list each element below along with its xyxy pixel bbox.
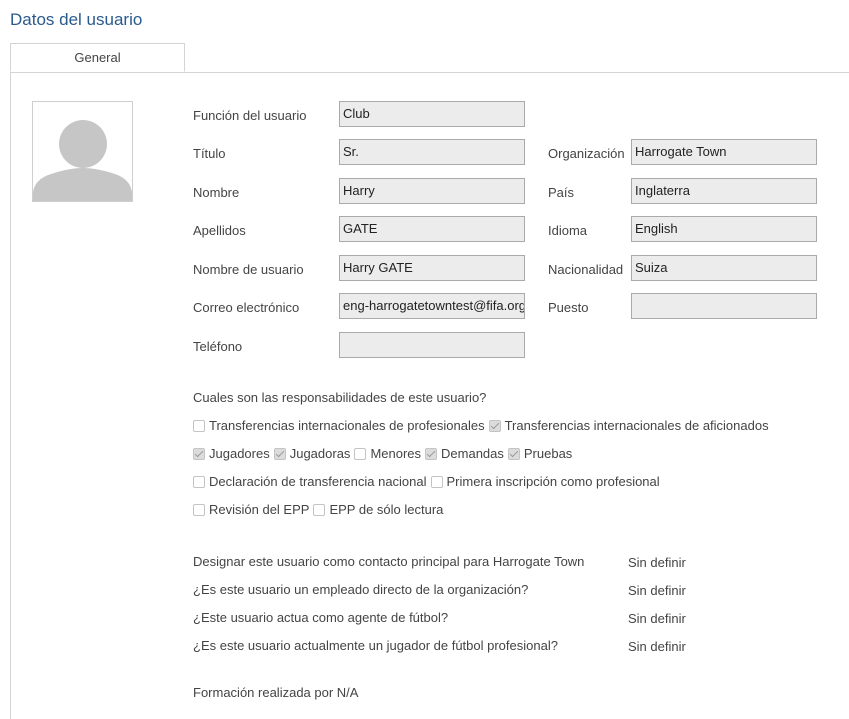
idioma-field[interactable]: English xyxy=(631,216,817,242)
nacionalidad-label: Nacionalidad xyxy=(548,262,624,277)
checkbox-item[interactable]: Declaración de transferencia nacional xyxy=(193,474,427,489)
responsibilities-row-1: Transferencias internacionales de profes… xyxy=(193,418,773,433)
titulo-label: Título xyxy=(193,146,226,161)
checkbox-icon[interactable] xyxy=(193,475,205,488)
checkbox-label: Primera inscripción como profesional xyxy=(446,474,660,489)
checkbox-label: Menores xyxy=(370,446,422,461)
apellidos-label: Apellidos xyxy=(193,223,246,238)
checkbox-label: EPP de sólo lectura xyxy=(329,502,444,517)
checkbox-icon[interactable] xyxy=(193,447,205,460)
correo-label: Correo electrónico xyxy=(193,300,300,315)
question-empleado-directo: ¿Es este usuario un empleado directo de … xyxy=(193,582,529,597)
pais-label: País xyxy=(548,185,575,200)
checkbox-icon[interactable] xyxy=(425,447,438,460)
checkbox-item[interactable]: Revisión del EPP xyxy=(193,502,309,517)
checkbox-item[interactable]: Transferencias internacionales de aficio… xyxy=(488,418,769,433)
funcion-label: Función del usuario xyxy=(193,108,307,123)
answer-jugador-profesional: Sin definir xyxy=(628,639,686,654)
checkbox-label: Transferencias internacionales de profes… xyxy=(209,418,485,433)
responsibilities-row-3: Declaración de transferencia nacional Pr… xyxy=(193,474,664,489)
checkbox-icon[interactable] xyxy=(193,503,205,516)
checkbox-icon[interactable] xyxy=(273,447,286,460)
question-jugador-profesional: ¿Es este usuario actualmente un jugador … xyxy=(193,638,558,653)
answer-contacto-principal: Sin definir xyxy=(628,555,686,570)
tab-bar-divider xyxy=(10,72,849,73)
organizacion-label: Organización xyxy=(548,146,625,161)
telefono-field[interactable] xyxy=(339,332,525,358)
checkbox-icon[interactable] xyxy=(193,419,205,432)
pais-field[interactable]: Inglaterra xyxy=(631,178,817,204)
page-title: Datos del usuario xyxy=(10,10,143,29)
checkbox-item[interactable]: Demandas xyxy=(425,446,504,461)
content-border xyxy=(10,72,11,719)
checkbox-icon[interactable] xyxy=(313,503,326,516)
question-contacto-principal: Designar este usuario como contacto prin… xyxy=(193,554,585,569)
answer-agente-futbol: Sin definir xyxy=(628,611,686,626)
puesto-label: Puesto xyxy=(548,300,589,315)
responsibilities-question: Cuales son las responsabilidades de este… xyxy=(193,390,487,405)
checkbox-item[interactable]: Jugadores xyxy=(193,446,270,461)
apellidos-field[interactable]: GATE xyxy=(339,216,525,242)
checkbox-item[interactable]: Menores xyxy=(354,446,421,461)
organizacion-field[interactable]: Harrogate Town xyxy=(631,139,817,165)
usuario-label: Nombre de usuario xyxy=(193,262,304,277)
checkbox-item[interactable]: EPP de sólo lectura xyxy=(313,502,443,517)
training-label: Formación realizada por N/A xyxy=(193,685,359,700)
checkbox-label: Jugadoras xyxy=(289,446,351,461)
puesto-field[interactable] xyxy=(631,293,817,319)
responsibilities-row-4: Revisión del EPP EPP de sólo lectura xyxy=(193,502,447,517)
funcion-field[interactable]: Club xyxy=(339,101,525,127)
avatar xyxy=(32,101,133,202)
nombre-field[interactable]: Harry xyxy=(339,178,525,204)
correo-field[interactable]: eng-harrogatetowntest@fifa.org xyxy=(339,293,525,319)
checkbox-item[interactable]: Transferencias internacionales de profes… xyxy=(193,418,485,433)
titulo-field[interactable]: Sr. xyxy=(339,139,525,165)
checkbox-icon[interactable] xyxy=(430,475,443,488)
question-agente-futbol: ¿Este usuario actua como agente de fútbo… xyxy=(193,610,449,625)
checkbox-item[interactable]: Jugadoras xyxy=(273,446,351,461)
telefono-label: Teléfono xyxy=(193,339,243,354)
checkbox-label: Jugadores xyxy=(209,446,270,461)
checkbox-icon[interactable] xyxy=(354,447,367,460)
checkbox-label: Demandas xyxy=(441,446,504,461)
checkbox-label: Pruebas xyxy=(523,446,573,461)
answer-empleado-directo: Sin definir xyxy=(628,583,686,598)
idioma-label: Idioma xyxy=(548,223,588,238)
checkbox-icon[interactable] xyxy=(488,419,501,432)
tab-general[interactable]: General xyxy=(10,43,185,72)
usuario-field[interactable]: Harry GATE xyxy=(339,255,525,281)
responsibilities-row-2: Jugadores Jugadoras Menores Demandas Pru… xyxy=(193,446,576,461)
checkbox-label: Declaración de transferencia nacional xyxy=(209,474,427,489)
nacionalidad-field[interactable]: Suiza xyxy=(631,255,817,281)
user-silhouette-icon xyxy=(33,120,132,201)
checkbox-label: Revisión del EPP xyxy=(209,502,310,517)
checkbox-item[interactable]: Pruebas xyxy=(507,446,573,461)
checkbox-item[interactable]: Primera inscripción como profesional xyxy=(430,474,660,489)
checkbox-label: Transferencias internacionales de aficio… xyxy=(504,418,769,433)
nombre-label: Nombre xyxy=(193,185,240,200)
checkbox-icon[interactable] xyxy=(507,447,520,460)
